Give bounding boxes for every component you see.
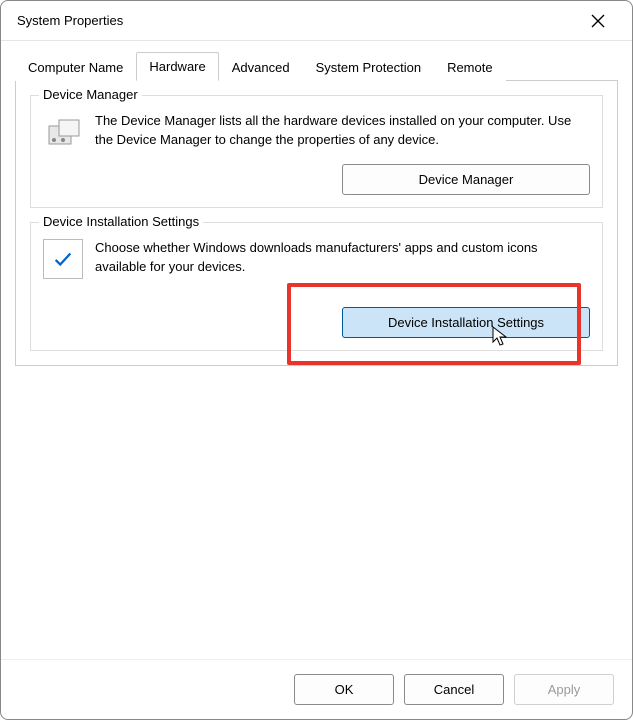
tab-system-protection[interactable]: System Protection — [303, 53, 435, 81]
checkmark-icon — [43, 239, 83, 279]
device-manager-icon — [43, 112, 83, 152]
tab-hardware[interactable]: Hardware — [136, 52, 218, 81]
tab-remote[interactable]: Remote — [434, 53, 506, 81]
device-installation-description: Choose whether Windows downloads manufac… — [95, 239, 590, 277]
close-icon — [591, 14, 605, 28]
tab-strip: Computer Name Hardware Advanced System P… — [1, 41, 632, 80]
ok-button[interactable]: OK — [294, 674, 394, 705]
device-manager-button[interactable]: Device Manager — [342, 164, 590, 195]
close-button[interactable] — [578, 1, 618, 41]
device-manager-group-label: Device Manager — [39, 87, 142, 102]
tab-computer-name[interactable]: Computer Name — [15, 53, 136, 81]
cancel-button[interactable]: Cancel — [404, 674, 504, 705]
device-manager-description: The Device Manager lists all the hardwar… — [95, 112, 590, 150]
device-installation-settings-group: Device Installation Settings Choose whet… — [30, 222, 603, 351]
device-installation-group-label: Device Installation Settings — [39, 214, 203, 229]
tab-content-hardware: Device Manager The Device Manager lists … — [15, 80, 618, 366]
device-manager-group: Device Manager The Device Manager lists … — [30, 95, 603, 208]
tab-advanced[interactable]: Advanced — [219, 53, 303, 81]
system-properties-window: System Properties Computer Name Hardware… — [0, 0, 633, 720]
titlebar: System Properties — [1, 1, 632, 41]
apply-button[interactable]: Apply — [514, 674, 614, 705]
device-installation-settings-button[interactable]: Device Installation Settings — [342, 307, 590, 338]
window-title: System Properties — [17, 13, 123, 28]
dialog-footer: OK Cancel Apply — [1, 659, 632, 719]
